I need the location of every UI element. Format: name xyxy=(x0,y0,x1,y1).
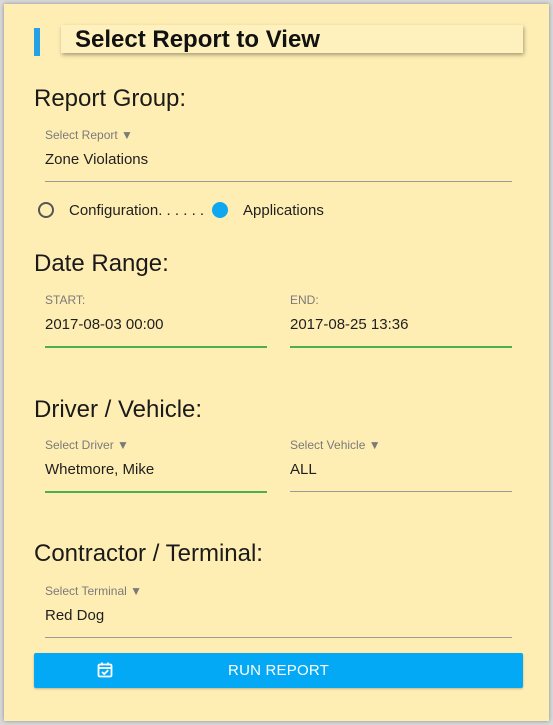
run-report-button[interactable]: RUN REPORT xyxy=(34,653,523,688)
title-box: Select Report to View xyxy=(61,25,523,53)
report-selection-panel: Select Report to View Report Group: Sele… xyxy=(4,4,549,721)
driver-select-label[interactable]: Select Driver ▼ xyxy=(45,438,129,452)
radio-applications-label[interactable]: Applications xyxy=(243,202,324,220)
end-date-label: END: xyxy=(290,293,319,307)
radio-applications-circle[interactable] xyxy=(212,202,228,218)
end-date-underline xyxy=(290,346,512,348)
terminal-select-label[interactable]: Select Terminal ▼ xyxy=(45,584,142,598)
vehicle-select-label[interactable]: Select Vehicle ▼ xyxy=(290,438,381,452)
driver-vehicle-heading: Driver / Vehicle: xyxy=(34,396,203,423)
report-group-heading: Report Group: xyxy=(34,85,187,112)
start-date-underline xyxy=(45,346,267,348)
start-date-value[interactable]: 2017-08-03 00:00 xyxy=(45,316,163,334)
vehicle-select-value[interactable]: ALL xyxy=(290,461,317,479)
driver-select-value[interactable]: Whetmore, Mike xyxy=(45,461,154,479)
radio-configuration-label[interactable]: Configuration. . . . . . xyxy=(69,202,204,220)
end-date-value[interactable]: 2017-08-25 13:36 xyxy=(290,316,408,334)
contractor-terminal-heading: Contractor / Terminal: xyxy=(34,540,263,567)
start-date-label: START: xyxy=(45,293,86,307)
report-select-value[interactable]: Zone Violations xyxy=(45,151,148,169)
radio-configuration-circle[interactable] xyxy=(38,202,54,218)
terminal-select-underline xyxy=(45,637,512,638)
date-range-heading: Date Range: xyxy=(34,250,169,277)
terminal-select-value[interactable]: Red Dog xyxy=(45,607,104,625)
run-report-label[interactable]: RUN REPORT xyxy=(34,662,523,680)
report-select-label[interactable]: Select Report ▼ xyxy=(45,128,133,142)
report-select-underline xyxy=(45,181,512,182)
title-accent-bar xyxy=(34,28,40,56)
page-title: Select Report to View xyxy=(75,26,320,53)
driver-select-underline xyxy=(45,491,267,493)
vehicle-select-underline xyxy=(290,491,512,492)
